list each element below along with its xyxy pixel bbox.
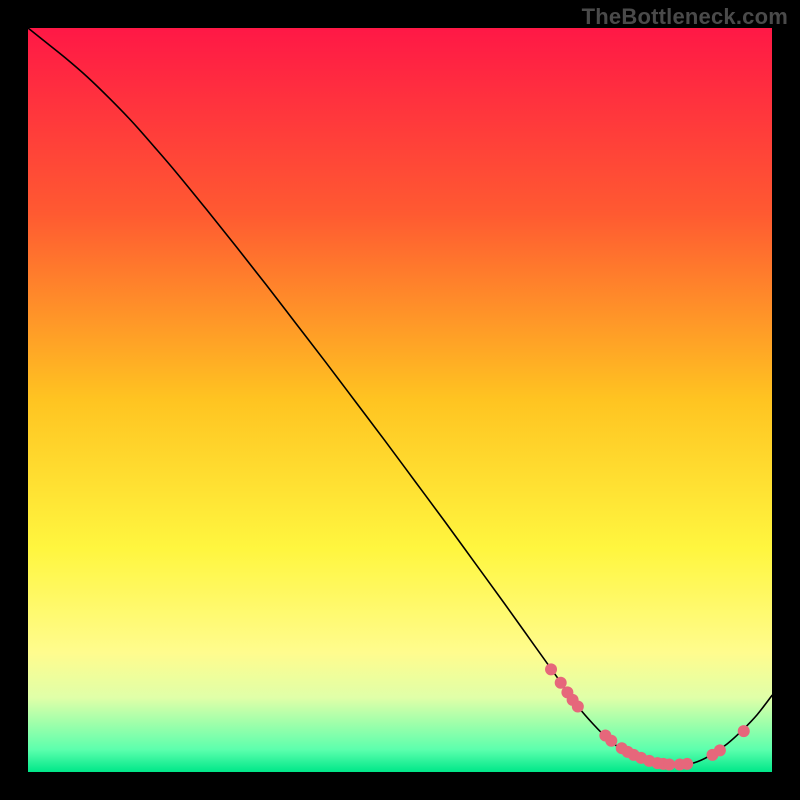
data-point [681, 758, 693, 770]
gradient-background [28, 28, 772, 772]
chart-frame: TheBottleneck.com [0, 0, 800, 800]
data-point [714, 744, 726, 756]
data-point [605, 735, 617, 747]
plot-area [28, 28, 772, 772]
chart-svg [28, 28, 772, 772]
data-point [555, 677, 567, 689]
data-point [572, 701, 584, 713]
data-point [545, 663, 557, 675]
data-point [663, 759, 675, 771]
watermark-text: TheBottleneck.com [582, 4, 788, 30]
data-point [738, 725, 750, 737]
